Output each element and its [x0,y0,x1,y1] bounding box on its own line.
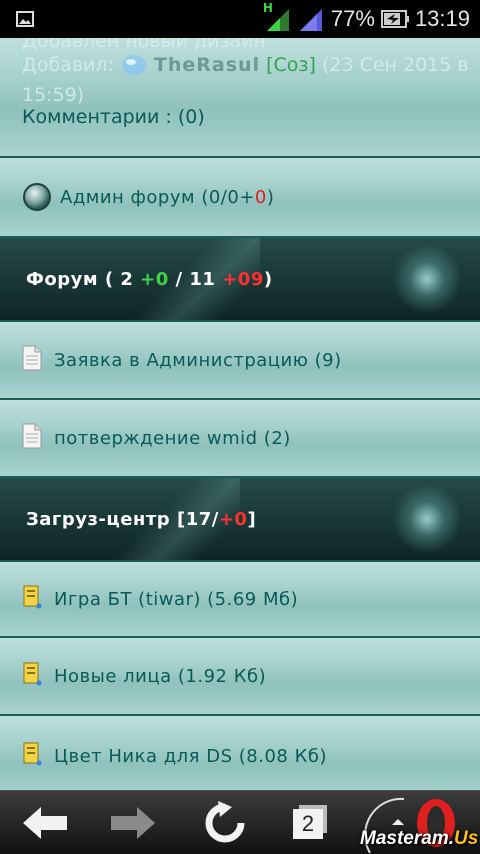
added-by-label: Добавил: [22,54,114,76]
watermark: Masteram.Us [360,828,479,849]
tabs-button[interactable]: 2 [293,809,323,839]
forum-section-header[interactable]: Форум ( 2 +0 / 11 +09) [0,238,480,322]
image-icon [16,11,34,31]
radio-ball-icon [22,182,52,212]
clock: 13:19 [414,6,470,31]
news-meta: Добавил: TheRasul [Соз] (23 Сен 2015 в [22,48,469,82]
author-role: [Соз] [266,54,316,76]
news-block: Добавлен новый дизайн Добавил: TheRasul … [0,38,480,158]
forum-item-label: потверждение wmid (2) [54,427,291,449]
forward-button[interactable] [108,801,158,845]
signal-icon [297,5,325,33]
download-item-label: Игра БТ (tiwar) (5.69 Мб) [54,588,299,610]
forum-item[interactable]: Заявка в Администрацию (9) [0,322,480,400]
archive-file-icon [22,585,54,613]
forum-header-label: Форум ( 2 +0 / 11 +09) [26,268,273,290]
download-item[interactable]: Цвет Ника для DS (8.08 Кб) [0,716,480,790]
news-date: (23 Сен 2015 в [321,54,469,76]
user-online-icon [120,53,148,77]
battery-percent: 77% [330,6,375,31]
document-icon [22,345,54,375]
downloads-header-label: Загруз-центр [17/+0] [26,508,257,530]
document-icon [22,423,54,453]
author-link[interactable]: TheRasul [154,48,260,82]
download-item[interactable]: Игра БТ (tiwar) (5.69 Мб) [0,562,480,638]
download-item-label: Цвет Ника для DS (8.08 Кб) [54,745,327,767]
header-glow [392,484,462,554]
back-arrow-icon [23,807,67,839]
page-content: Добавлен новый дизайн Добавил: TheRasul … [0,38,480,790]
forum-item-label: Заявка в Администрацию (9) [54,349,342,371]
forum-item[interactable]: потверждение wmid (2) [0,400,480,478]
reload-button[interactable] [200,801,250,845]
download-item[interactable]: Новые лица (1.92 Кб) [0,638,480,716]
back-button[interactable] [20,801,70,845]
download-item-label: Новые лица (1.92 Кб) [54,665,267,687]
battery-icon [380,9,409,29]
admin-forum-label: Админ форум (0/0+0) [60,186,275,208]
status-bar: H 77% 13:19 [0,0,480,38]
signal-h-icon: H [263,1,291,33]
forward-arrow-icon [111,807,155,839]
reload-icon [205,801,245,843]
downloads-section-header[interactable]: Загруз-центр [17/+0] [0,478,480,562]
admin-forum-row[interactable]: Админ форум (0/0+0) [0,158,480,238]
archive-file-icon [22,742,54,770]
comments-link[interactable]: Комментарии : (0) [22,106,205,128]
archive-file-icon [22,662,54,690]
header-glow [392,244,462,314]
